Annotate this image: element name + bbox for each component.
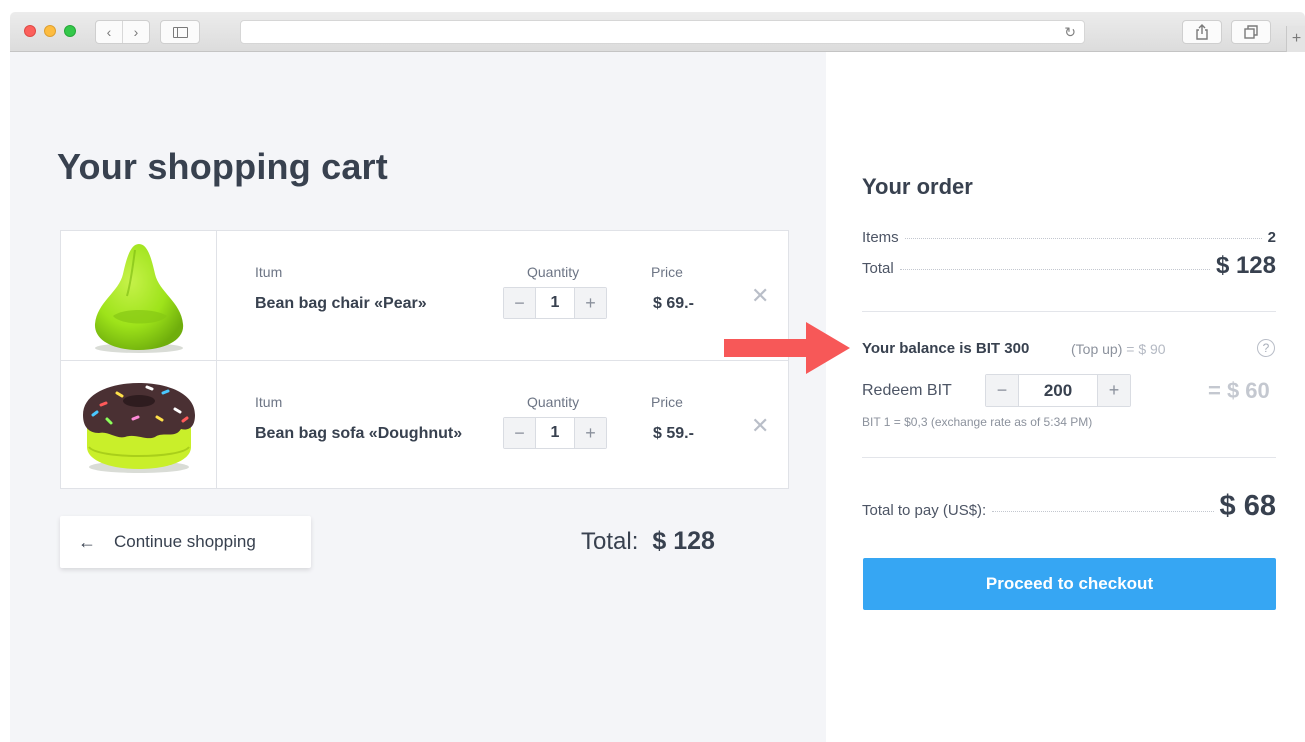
pay-total-value: $ 68 [1219,490,1276,522]
callout-arrow-icon [724,322,850,374]
product-price: $ 69.- [653,295,694,312]
dotted-leader [899,269,1210,270]
history-nav: ‹ › [95,20,150,44]
dotted-leader [992,511,1214,512]
pear-bean-bag-icon [94,243,183,353]
order-title: Your order [862,174,973,199]
remove-item-icon[interactable]: ✕ [751,283,769,309]
share-button[interactable] [1182,20,1222,44]
order-total-value: $ 128 [1215,252,1276,279]
cart-total: Total: $ 128 [581,527,715,556]
quantity-stepper: − 1 + [503,417,607,449]
item-column-label: Itum [255,394,283,410]
decrease-quantity-button[interactable]: − [504,288,535,318]
topup-link[interactable]: (Top up) [1071,341,1122,357]
quantity-value[interactable]: 1 [535,288,575,318]
order-total-row: Total $ 128 [862,252,1276,280]
cart-total-label: Total: [581,528,639,555]
quantity-column-label: Quantity [527,394,580,410]
exchange-rate-note: BIT 1 = $0,3 (exchange rate as of 5:34 P… [862,415,1093,429]
doughnut-bean-bag-icon [82,383,195,473]
increase-quantity-button[interactable]: + [575,418,606,448]
continue-shopping-label: Continue shopping [114,532,256,551]
share-icon [1196,24,1208,40]
back-icon[interactable]: ‹ [96,21,122,43]
arrow-left-icon: ← [78,531,96,552]
cart-total-value: $ 128 [652,527,715,555]
close-window-button[interactable] [24,25,36,37]
proceed-to-checkout-button[interactable]: Proceed to checkout [863,558,1276,610]
balance-text: Your balance is BIT 300 [862,340,1030,357]
price-column-label: Price [651,264,683,280]
cart-row: Itum Quantity Price Bean bag chair «Pear… [61,231,788,360]
minimize-window-button[interactable] [44,25,56,37]
price-column-label: Price [651,394,683,410]
product-name[interactable]: Bean bag sofa «Doughnut» [255,425,462,443]
product-image[interactable] [61,361,217,489]
decrease-bit-button[interactable]: − [986,375,1018,406]
quantity-stepper: − 1 + [503,287,607,319]
sidebar-toggle-button[interactable] [160,20,200,44]
cart-table: Itum Quantity Price Bean bag chair «Pear… [60,230,789,489]
pay-total-row: Total to pay (US$): $ 68 [862,490,1276,523]
dotted-leader [904,238,1262,239]
divider [862,311,1276,312]
order-items-row: Items 2 [862,229,1276,246]
address-bar[interactable]: ↻ [240,20,1085,44]
quantity-column-label: Quantity [527,264,580,280]
show-tabs-button[interactable] [1231,20,1271,44]
product-name[interactable]: Bean bag chair «Pear» [255,295,427,313]
page-title: Your shopping cart [57,146,388,187]
continue-shopping-button[interactable]: ← Continue shopping [60,516,311,568]
divider [862,457,1276,458]
tabs-icon [1244,25,1258,39]
item-column-label: Itum [255,264,283,280]
reload-icon[interactable]: ↻ [1064,24,1076,41]
redeem-label: Redeem BIT [862,382,952,399]
decrease-quantity-button[interactable]: − [504,418,535,448]
topup: (Top up) = $ 90 [1071,341,1166,357]
redeem-bit-input[interactable]: 200 [1018,375,1098,406]
cart-row: Itum Quantity Price Bean bag sofa «Dough… [61,360,788,489]
quantity-value[interactable]: 1 [535,418,575,448]
redeem-value: = $ 60 [1208,378,1270,403]
items-count: 2 [1267,229,1276,246]
sidebar-icon [172,26,188,38]
product-image[interactable] [61,231,217,360]
increase-bit-button[interactable]: + [1098,375,1130,406]
redeem-bit-stepper: − 200 + [985,374,1131,407]
forward-icon[interactable]: › [122,21,149,43]
browser-toolbar: ‹ › ↻ + [10,12,1305,52]
zoom-window-button[interactable] [64,25,76,37]
pay-total-label: Total to pay (US$): [862,502,987,519]
increase-quantity-button[interactable]: + [575,288,606,318]
remove-item-icon[interactable]: ✕ [751,413,769,439]
new-tab-button[interactable]: + [1286,26,1305,52]
product-price: $ 59.- [653,425,694,442]
items-label: Items [862,229,899,246]
topup-value: = $ 90 [1126,341,1166,357]
help-icon[interactable]: ? [1257,339,1275,357]
total-label: Total [862,260,894,277]
